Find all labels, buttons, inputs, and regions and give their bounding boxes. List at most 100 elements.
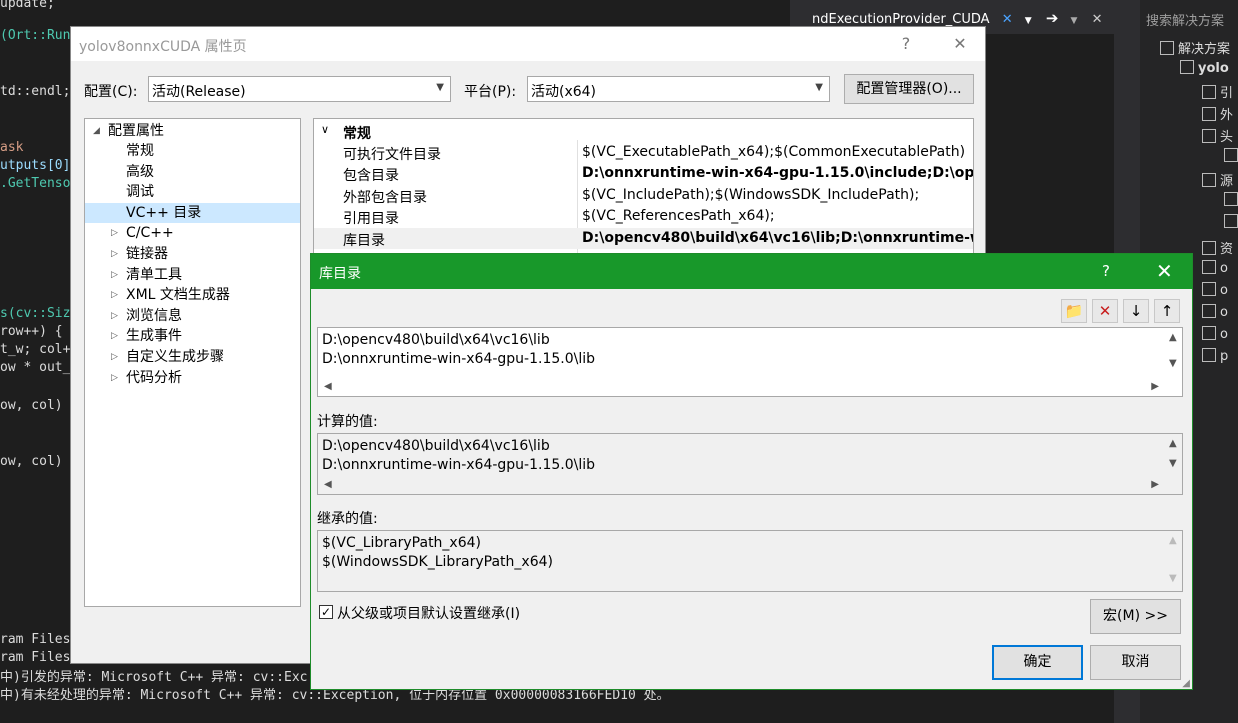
solution-item[interactable]: 引 — [1202, 82, 1233, 101]
vertical-scrollbar[interactable]: ▲ ▼ — [1165, 531, 1182, 591]
code-line: utputs[0]. — [0, 158, 72, 173]
close-icon[interactable]: ✕ — [1156, 259, 1173, 283]
file-icon — [1202, 241, 1216, 255]
overflow-icon[interactable]: ▼ — [1071, 16, 1078, 26]
file-icon — [1202, 129, 1216, 143]
macros-button[interactable]: 宏(M) >> — [1090, 599, 1181, 634]
expand-icon[interactable]: ▷ — [111, 368, 118, 388]
solution-item[interactable]: 头 — [1202, 126, 1233, 145]
file-icon — [1224, 148, 1238, 162]
scroll-right-icon[interactable]: ▶ — [1151, 381, 1159, 392]
property-row[interactable]: 外部包含目录 $(VC_IncludePath);$(WindowsSDK_Inc… — [314, 185, 973, 206]
property-value[interactable]: $(VC_ReferencesPath_x64); — [582, 208, 775, 224]
solution-item[interactable]: p — [1202, 348, 1228, 364]
property-value[interactable]: D:\onnxruntime-win-x64-gpu-1.15.0\includ… — [582, 165, 973, 181]
grid-section-general[interactable]: ∨ 常规 — [314, 121, 973, 142]
config-manager-button[interactable]: 配置管理器(O)... — [844, 74, 974, 104]
inherit-checkbox[interactable]: ✓ — [319, 605, 333, 619]
tree-item[interactable]: ▷ C/C++ — [85, 223, 300, 243]
solution-item[interactable] — [1224, 192, 1238, 208]
property-row[interactable]: 包含目录 D:\onnxruntime-win-x64-gpu-1.15.0\in… — [314, 163, 973, 184]
expand-icon[interactable]: ▷ — [111, 285, 118, 305]
property-value[interactable]: $(VC_IncludePath);$(WindowsSDK_IncludePa… — [582, 187, 919, 203]
tree-item[interactable]: ▷ 清单工具 — [85, 265, 300, 285]
horizontal-scrollbar[interactable]: ◀ ▶ — [318, 477, 1165, 494]
tree-item[interactable]: 调试 — [85, 182, 300, 202]
expanded-icon[interactable]: ◢ — [93, 121, 100, 141]
tree-item[interactable]: 高级 — [85, 162, 300, 182]
collapse-icon[interactable]: ∨ — [321, 123, 329, 136]
cancel-button[interactable]: 取消 — [1090, 645, 1181, 680]
solution-item[interactable]: 外 — [1202, 104, 1233, 123]
scroll-down-icon[interactable]: ▼ — [1169, 573, 1177, 584]
inherit-checkbox-label[interactable]: 从父级或项目默认设置继承(I) — [337, 603, 520, 623]
tree-item[interactable]: 常规 — [85, 141, 300, 161]
solution-item[interactable]: 资 — [1202, 238, 1233, 257]
property-row[interactable]: 可执行文件目录 $(VC_ExecutablePath_x64);$(Common… — [314, 142, 973, 163]
solution-item[interactable]: o — [1202, 282, 1228, 298]
navigate-forward-icon[interactable]: ➔ — [1046, 9, 1059, 27]
tree-item[interactable]: ▷ 生成事件 — [85, 326, 300, 346]
move-up-icon[interactable]: ↑ — [1154, 299, 1180, 323]
scroll-up-icon[interactable]: ▲ — [1169, 438, 1177, 449]
horizontal-scrollbar[interactable]: ◀ ▶ — [318, 379, 1165, 396]
expand-icon[interactable]: ▷ — [111, 326, 118, 346]
property-row[interactable]: 库目录 D:\opencv480\build\x64\vc16\lib;D:\on… — [314, 227, 973, 249]
scroll-up-icon[interactable]: ▲ — [1169, 535, 1177, 546]
tree-root-config-properties[interactable]: ◢ 配置属性 — [85, 121, 300, 141]
tree-item[interactable]: ▷ 浏览信息 — [85, 306, 300, 326]
vertical-scrollbar[interactable]: ▲ ▼ — [1165, 434, 1182, 494]
tree-item[interactable]: ▷ XML 文档生成器 — [85, 285, 300, 305]
solution-search-input[interactable]: 搜索解决方案 — [1146, 10, 1224, 29]
tree-item[interactable]: ▷ 链接器 — [85, 244, 300, 264]
solution-item[interactable]: yolo — [1180, 60, 1229, 76]
tree-item-label: 自定义生成步骤 — [126, 349, 224, 365]
directory-entry[interactable]: D:\onnxruntime-win-x64-gpu-1.15.0\lib — [322, 351, 595, 367]
solution-item[interactable] — [1224, 148, 1238, 164]
tree-item[interactable]: ▷ 代码分析 — [85, 368, 300, 388]
output-line: ram Files\ — [0, 650, 79, 665]
move-down-icon[interactable]: ↓ — [1123, 299, 1149, 323]
property-name: 外部包含目录 — [343, 189, 427, 206]
solution-item-label: 头 — [1220, 130, 1234, 145]
directory-entry[interactable]: D:\opencv480\build\x64\vc16\lib — [322, 332, 550, 348]
property-value[interactable]: $(VC_ExecutablePath_x64);$(CommonExecuta… — [582, 144, 965, 160]
file-icon — [1202, 107, 1216, 121]
expand-icon[interactable]: ▷ — [111, 244, 118, 264]
scroll-up-icon[interactable]: ▲ — [1169, 332, 1177, 343]
expand-icon[interactable]: ▷ — [111, 223, 118, 243]
directory-list-editor[interactable]: D:\opencv480\build\x64\vc16\lib D:\onnxr… — [317, 327, 1183, 397]
expand-icon[interactable]: ▷ — [111, 265, 118, 285]
solution-item[interactable]: 源 — [1202, 170, 1233, 189]
property-value[interactable]: D:\opencv480\build\x64\vc16\lib;D:\onnxr… — [582, 230, 973, 246]
close-tab-icon[interactable]: ✕ — [1002, 12, 1013, 27]
solution-item[interactable]: o — [1202, 304, 1228, 320]
expand-icon[interactable]: ▷ — [111, 306, 118, 326]
solution-item[interactable]: o — [1202, 326, 1228, 342]
solution-item-label: o — [1220, 283, 1228, 298]
help-icon[interactable]: ? — [893, 33, 919, 55]
platform-select[interactable]: 活动(x64) ▼ — [527, 76, 830, 102]
tree-item[interactable]: VC++ 目录 — [85, 202, 300, 223]
delete-icon[interactable]: ✕ — [1092, 299, 1118, 323]
scroll-left-icon[interactable]: ◀ — [324, 381, 332, 392]
tab-dropdown-icon[interactable]: ▼ — [1025, 16, 1032, 26]
scroll-left-icon[interactable]: ◀ — [324, 479, 332, 490]
tree-item[interactable]: ▷ 自定义生成步骤 — [85, 347, 300, 367]
property-row[interactable]: 引用目录 $(VC_ReferencesPath_x64); — [314, 206, 973, 227]
config-select[interactable]: 活动(Release) ▼ — [148, 76, 451, 102]
vertical-scrollbar[interactable]: ▲ ▼ — [1165, 328, 1182, 396]
scroll-down-icon[interactable]: ▼ — [1169, 458, 1177, 469]
help-icon[interactable]: ? — [1102, 262, 1110, 280]
ok-button[interactable]: 确定 — [992, 645, 1083, 680]
resize-grip-icon[interactable]: ◢ — [1182, 678, 1190, 689]
solution-item[interactable] — [1224, 214, 1238, 230]
scroll-down-icon[interactable]: ▼ — [1169, 358, 1177, 369]
expand-icon[interactable]: ▷ — [111, 347, 118, 367]
new-line-icon[interactable]: 📁 — [1061, 299, 1087, 323]
solution-item[interactable]: 解决方案 — [1160, 38, 1230, 57]
close-pane-icon[interactable]: ✕ — [1092, 12, 1103, 27]
close-icon[interactable]: ✕ — [947, 33, 973, 55]
solution-item[interactable]: o — [1202, 260, 1228, 276]
scroll-right-icon[interactable]: ▶ — [1151, 479, 1159, 490]
